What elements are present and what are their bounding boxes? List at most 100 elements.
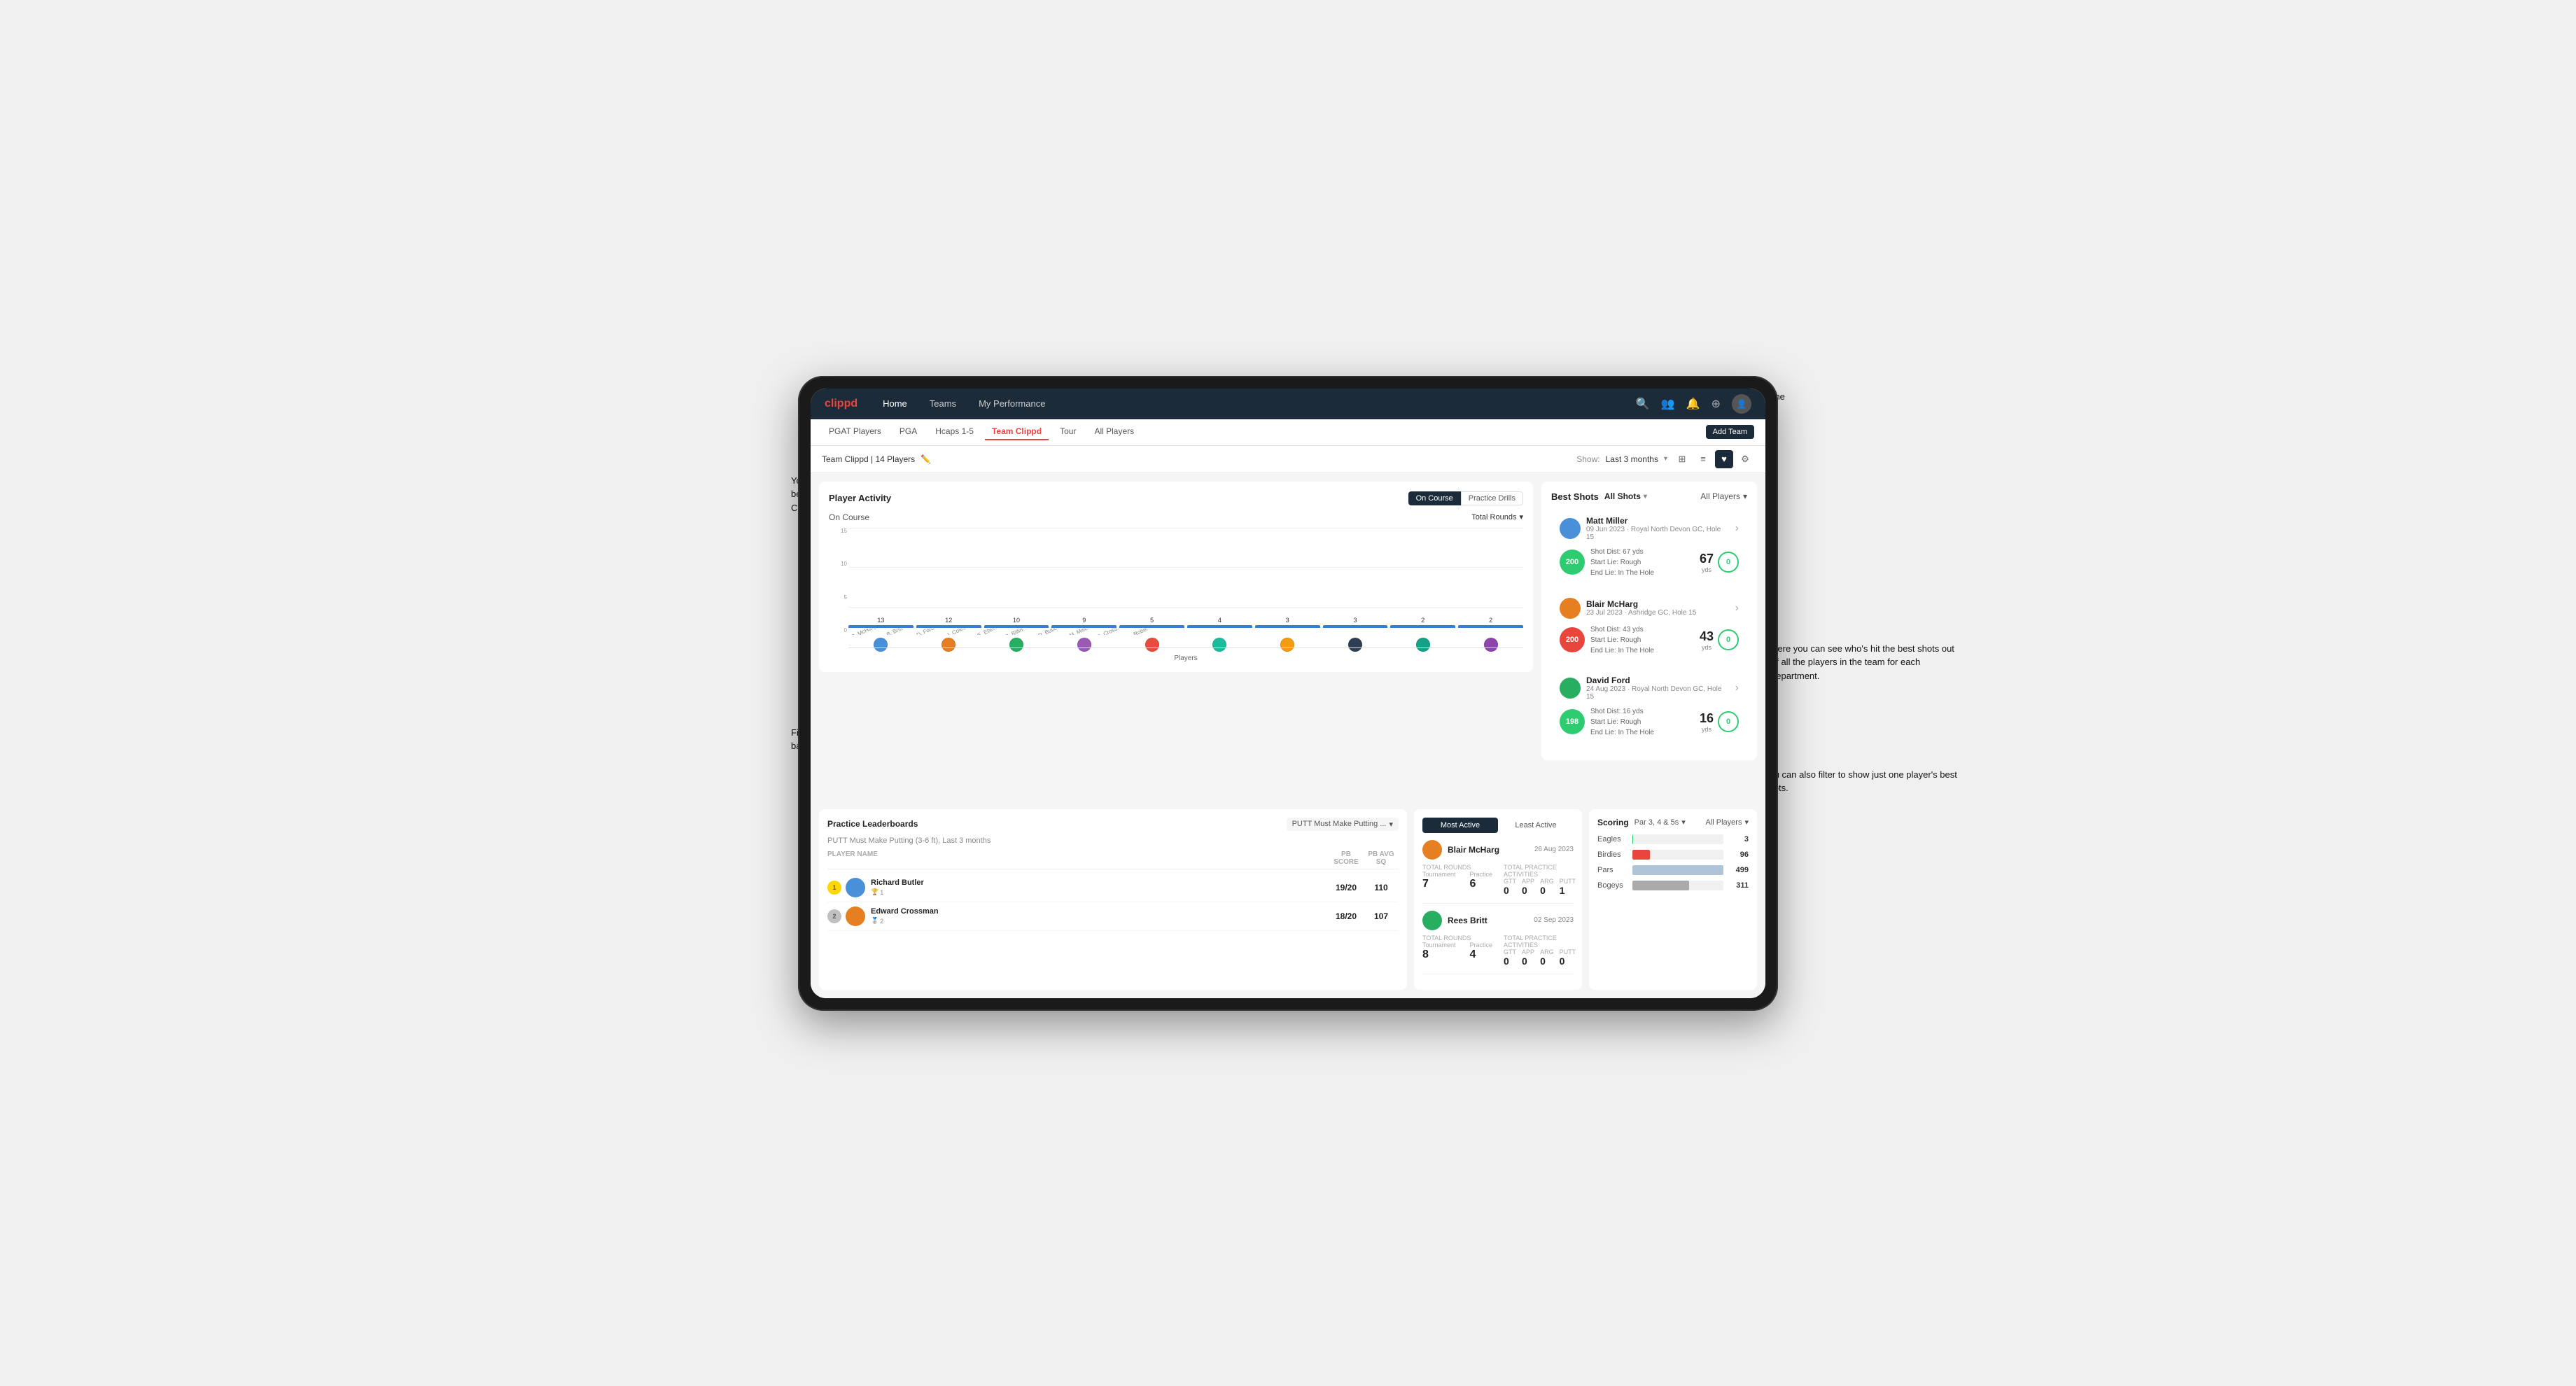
- active-player-header-1: Blair McHarg 26 Aug 2023: [1422, 840, 1574, 860]
- y-axis: 15 10 5 0: [830, 528, 847, 634]
- shot-badge-1: 200: [1560, 550, 1585, 575]
- tab-all-players[interactable]: All Players: [1087, 424, 1141, 440]
- shot-player-row-1: Matt Miller 09 Jun 2023 · Royal North De…: [1560, 516, 1739, 541]
- activities-label-2: Total Practice Activities: [1504, 934, 1576, 948]
- gtt-2: GTT 0: [1504, 948, 1516, 967]
- shot-badge-2: 200: [1560, 627, 1585, 652]
- active-tabs: Most Active Least Active: [1422, 818, 1574, 833]
- practice-label-1: Practice: [1470, 871, 1493, 878]
- tab-pga[interactable]: PGA: [892, 424, 924, 440]
- gtt-label-2: GTT: [1504, 948, 1516, 955]
- time-select[interactable]: Last 3 months: [1606, 454, 1658, 464]
- x-axis-title: Players: [848, 654, 1523, 662]
- shot-dist-1: Shot Dist: 67 yds: [1590, 547, 1694, 557]
- users-icon[interactable]: 👥: [1661, 397, 1675, 411]
- shot-details-2: 200 Shot Dist: 43 yds Start Lie: Rough E…: [1560, 624, 1739, 656]
- par-chevron: ▾: [1681, 818, 1686, 827]
- edit-icon[interactable]: ✏️: [920, 454, 931, 464]
- arg-label-1: ARG: [1540, 878, 1554, 885]
- practice-filter[interactable]: PUTT Must Make Putting ... ▾: [1287, 818, 1399, 831]
- practice-label-2: Practice: [1470, 941, 1493, 948]
- player-detail-david: 24 Aug 2023 · Royal North Devon GC, Hole…: [1586, 685, 1730, 701]
- active-player-name-1: Blair McHarg: [1448, 845, 1529, 855]
- gtt-value-1: 0: [1504, 885, 1516, 896]
- grid-view-button[interactable]: ⊞: [1673, 450, 1691, 468]
- shot-info-2: Shot Dist: 43 yds Start Lie: Rough End L…: [1590, 624, 1694, 656]
- tournament-label-1: Tournament: [1422, 871, 1456, 878]
- most-active-panel: Most Active Least Active Blair McHarg 26…: [1414, 809, 1582, 990]
- on-course-label: On Course: [829, 512, 869, 522]
- nav-link-performance[interactable]: My Performance: [974, 396, 1049, 412]
- list-view-button[interactable]: ≡: [1694, 450, 1712, 468]
- total-rounds-group-2: Total Rounds Tournament 8 Practice 4: [1422, 934, 1492, 967]
- grid-lines: [848, 528, 1523, 648]
- chevron-down-icon[interactable]: ▾: [1664, 455, 1667, 463]
- scoring-bar-fill-3: [1632, 881, 1689, 890]
- search-icon[interactable]: 🔍: [1636, 397, 1650, 411]
- metric-value-2: 43: [1700, 629, 1714, 644]
- active-player-date-2: 02 Sep 2023: [1534, 916, 1574, 924]
- bar-chart-container: 15 10 5 0: [829, 528, 1523, 662]
- shot-expand-icon-3[interactable]: ›: [1735, 682, 1739, 694]
- practice-leaderboards-panel: Practice Leaderboards PUTT Must Make Put…: [819, 809, 1407, 990]
- par-filter-label: Par 3, 4 & 5s: [1634, 818, 1679, 827]
- scoring-title: Scoring: [1597, 818, 1629, 827]
- all-shots-filter[interactable]: All Shots ▾: [1604, 491, 1647, 501]
- practice-col-headers: PLAYER NAME PB SCORE PB AVG SQ: [827, 850, 1399, 869]
- practice-drills-toggle[interactable]: Practice Drills: [1461, 491, 1523, 505]
- least-active-tab[interactable]: Least Active: [1498, 818, 1574, 833]
- settings-view-button[interactable]: ⚙: [1736, 450, 1754, 468]
- shot-card-2: Blair McHarg 23 Jul 2023 · Ashridge GC, …: [1551, 591, 1747, 663]
- player-info-david: David Ford 24 Aug 2023 · Royal North Dev…: [1586, 676, 1730, 701]
- active-rounds-2: Total Rounds Tournament 8 Practice 4: [1422, 934, 1574, 967]
- avatar[interactable]: 👤: [1732, 394, 1751, 414]
- tournament-label-2: Tournament: [1422, 941, 1456, 948]
- tab-tour[interactable]: Tour: [1053, 424, 1083, 440]
- practice-header: Practice Leaderboards PUTT Must Make Put…: [827, 818, 1399, 831]
- rounds-values-2: Tournament 8 Practice 4: [1422, 941, 1492, 961]
- shot-expand-icon-2[interactable]: ›: [1735, 602, 1739, 615]
- plus-circle-icon[interactable]: ⊕: [1712, 397, 1721, 411]
- on-course-toggle[interactable]: On Course: [1408, 491, 1461, 505]
- practice-rounds-2: Practice 4: [1470, 941, 1493, 961]
- total-rounds-filter[interactable]: Total Rounds ▾: [1471, 512, 1523, 522]
- nav-link-teams[interactable]: Teams: [925, 396, 960, 412]
- practice-title: Practice Leaderboards: [827, 819, 918, 829]
- heart-view-button[interactable]: ♥: [1715, 450, 1733, 468]
- page-wrapper: Choose the timescale you wish to see the…: [798, 376, 1778, 1011]
- add-team-button[interactable]: Add Team: [1706, 425, 1754, 439]
- scoring-bar-row-0: Eagles3: [1597, 834, 1749, 844]
- putt-value-2: 0: [1560, 955, 1576, 967]
- scoring-par-filter[interactable]: Par 3, 4 & 5s ▾: [1634, 818, 1686, 827]
- players-chevron: ▾: [1743, 491, 1747, 501]
- total-rounds-label: Total Rounds: [1471, 513, 1516, 522]
- annotation-right-1: Here you can see who's hit the best shot…: [1771, 642, 1960, 683]
- player-detail-blair: 23 Jul 2023 · Ashridge GC, Hole 15: [1586, 609, 1730, 617]
- shot-metrics-3: 16 yds 0: [1700, 711, 1739, 733]
- most-active-tab[interactable]: Most Active: [1422, 818, 1498, 833]
- end-lie-2: End Lie: In The Hole: [1590, 645, 1694, 656]
- nav-link-home[interactable]: Home: [878, 396, 911, 412]
- badge-value-3: 198: [1566, 718, 1578, 726]
- end-lie-1: End Lie: In The Hole: [1590, 568, 1694, 578]
- scoring-players-filter[interactable]: All Players ▾: [1706, 818, 1749, 827]
- shot-dist-2: Shot Dist: 43 yds: [1590, 624, 1694, 635]
- putt-label-1: PUTT: [1560, 878, 1576, 885]
- metric-unit-1: yds: [1700, 566, 1714, 573]
- start-lie-3: Start Lie: Rough: [1590, 717, 1694, 727]
- tab-pgat-players[interactable]: PGAT Players: [822, 424, 888, 440]
- lb-avg-2: 107: [1364, 911, 1399, 921]
- shot-expand-icon-1[interactable]: ›: [1735, 522, 1739, 535]
- bell-icon[interactable]: 🔔: [1686, 397, 1700, 411]
- active-player-header-2: Rees Britt 02 Sep 2023: [1422, 911, 1574, 930]
- all-players-filter[interactable]: All Players ▾: [1700, 491, 1747, 501]
- putt-value-1: 1: [1560, 885, 1576, 896]
- arg-label-2: ARG: [1540, 948, 1554, 955]
- tab-hcaps[interactable]: Hcaps 1-5: [928, 424, 981, 440]
- player-name-david: David Ford: [1586, 676, 1730, 685]
- scoring-label-2: Pars: [1597, 866, 1628, 874]
- rank-1-badge: 1: [827, 881, 841, 895]
- all-shots-label: All Shots: [1604, 491, 1641, 501]
- tab-team-clippd[interactable]: Team Clippd: [985, 424, 1049, 440]
- rounds-values-1: Tournament 7 Practice 6: [1422, 871, 1492, 890]
